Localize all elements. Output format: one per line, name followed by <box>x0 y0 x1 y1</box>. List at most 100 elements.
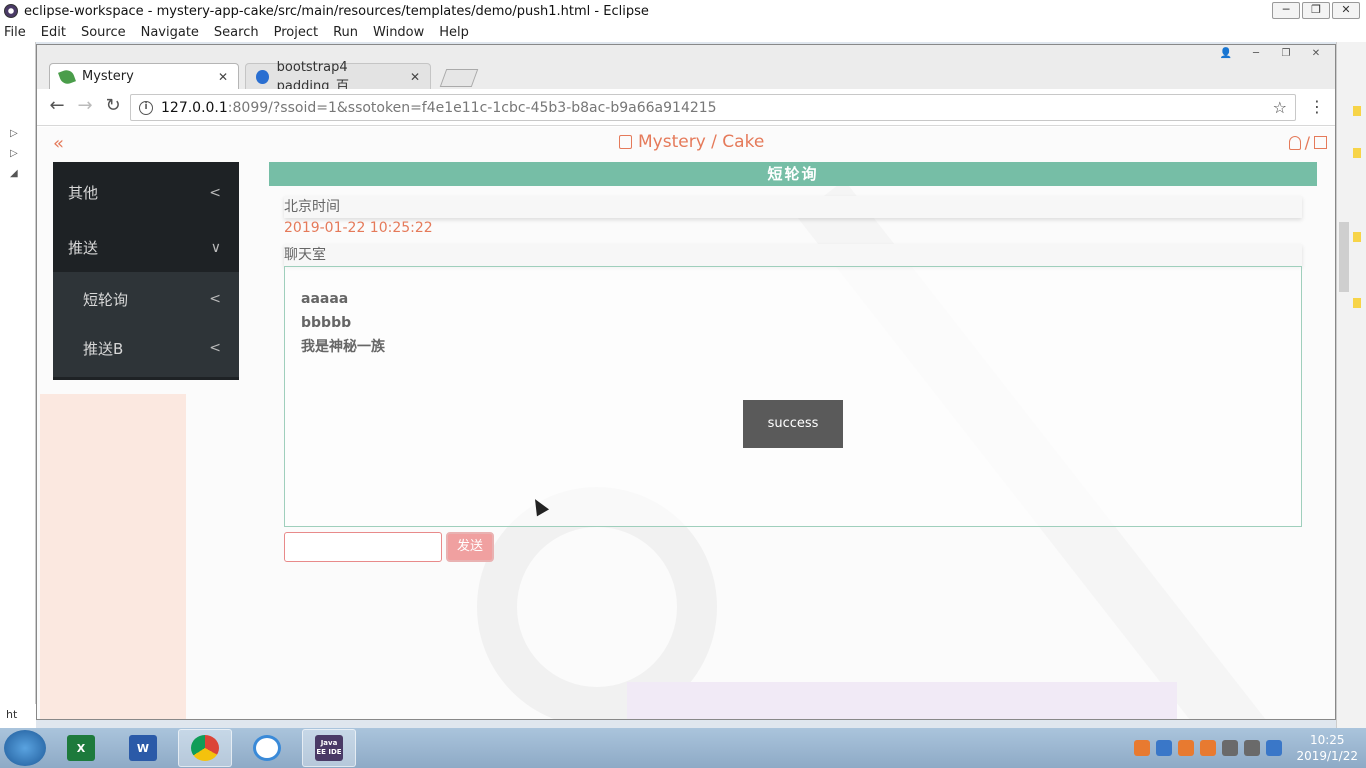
close-button[interactable]: ✕ <box>1332 2 1360 19</box>
eclipse-menu-bar: File Edit Source Navigate Search Project… <box>0 22 1366 42</box>
user-separator: / <box>1304 133 1310 152</box>
chat-message: bbbbb <box>301 315 352 331</box>
menu-file[interactable]: File <box>4 25 26 40</box>
sidebar-item-push-b[interactable]: 推送B < <box>53 323 239 373</box>
marker-icon <box>1353 106 1361 116</box>
brand[interactable]: Mystery / Cake <box>619 132 764 152</box>
sidebar-item-label: 推送 <box>68 239 99 257</box>
web-page: « Mystery / Cake / 其他 < 推送 ∨ 短轮询 < 推送B <… <box>37 127 1335 719</box>
tab-strip: Mystery ✕ bootstrap4 padding_百 ✕ 👤 ─ ❐ ✕ <box>37 45 1335 94</box>
eclipse-status: ht <box>0 704 36 728</box>
marker-icon <box>1353 148 1361 158</box>
profile-icon[interactable]: 👤 <box>1213 47 1239 62</box>
ime-icon[interactable] <box>1134 740 1151 756</box>
eclipse-ide-icon: Java EE IDE <box>315 735 343 761</box>
tab-mystery[interactable]: Mystery ✕ <box>49 63 239 89</box>
sidebar-item-short-polling[interactable]: 短轮询 < <box>53 274 239 324</box>
bookmark-star-icon[interactable]: ☆ <box>1273 98 1287 117</box>
menu-edit[interactable]: Edit <box>41 25 66 40</box>
clock-date: 2019/1/22 <box>1296 749 1358 763</box>
minimize-button[interactable]: ─ <box>1243 47 1269 62</box>
network-icon[interactable] <box>1222 740 1239 756</box>
start-button[interactable] <box>4 730 46 766</box>
sidebar-item-other[interactable]: 其他 < <box>53 165 239 220</box>
menu-search[interactable]: Search <box>214 25 259 40</box>
help-icon[interactable] <box>1156 740 1173 756</box>
chevron-left-icon: < <box>209 184 221 201</box>
tree-expand-icon[interactable]: ▷ <box>10 128 18 139</box>
address-bar[interactable]: i 127.0.0.1 :8099/?ssoid=1&ssotoken=f4e1… <box>130 94 1296 121</box>
user-icon[interactable] <box>1288 135 1301 150</box>
restore-button[interactable]: ❐ <box>1302 2 1330 19</box>
browser-toolbar: ← → ↻ i 127.0.0.1 :8099/?ssoid=1&ssotoke… <box>37 89 1335 126</box>
editor-scrollbar[interactable] <box>1339 222 1349 292</box>
tree-expand-icon[interactable]: ▷ <box>10 148 18 159</box>
clock-time: 10:25 <box>1309 733 1345 747</box>
marker-icon <box>1353 298 1361 308</box>
eclipse-title-bar: eclipse-workspace - mystery-app-cake/src… <box>0 0 1366 22</box>
external-link-icon[interactable] <box>1314 136 1327 149</box>
clock[interactable]: 10:25 2019/1/22 <box>1296 732 1358 764</box>
menu-run[interactable]: Run <box>333 25 358 40</box>
menu-help[interactable]: Help <box>439 25 469 40</box>
chrome-icon <box>191 735 219 761</box>
tray-app-icon[interactable] <box>1200 740 1217 756</box>
reload-icon[interactable]: ↻ <box>99 93 127 121</box>
eclipse-right-panel <box>1336 42 1366 728</box>
chat-message: 我是神秘一族 <box>301 339 385 355</box>
tray-app-icon[interactable] <box>1178 740 1195 756</box>
signal-icon[interactable] <box>1266 740 1283 756</box>
sidebar-item-label: 推送B <box>83 339 124 358</box>
sidebar-item-label: 其他 <box>68 184 99 202</box>
excel-icon: X <box>67 735 95 761</box>
cluster-icon <box>253 735 281 761</box>
excel-app[interactable]: X <box>54 729 108 767</box>
brand-text: Mystery / Cake <box>638 132 765 152</box>
send-button[interactable]: 发送 <box>446 532 494 562</box>
eclipse-left-panel: ▷ ▷ ◢ <box>0 42 36 728</box>
tab-close-icon[interactable]: ✕ <box>218 70 228 84</box>
new-tab-button[interactable] <box>439 69 479 87</box>
baidu-paw-icon <box>256 69 269 84</box>
tree-collapse-icon[interactable]: ◢ <box>10 168 18 179</box>
eclipse-window-controls: ─ ❐ ✕ <box>1272 2 1360 19</box>
sidebar-item-push[interactable]: 推送 ∨ <box>53 220 239 275</box>
info-icon[interactable]: i <box>139 100 153 115</box>
chrome-app[interactable] <box>178 729 232 767</box>
sidebar-item-label: 短轮询 <box>83 290 129 309</box>
system-tray: 10:25 2019/1/22 <box>1134 732 1358 764</box>
menu-source[interactable]: Source <box>81 25 126 40</box>
url-path: :8099/?ssoid=1&ssotoken=f4e1e11c-1cbc-45… <box>227 99 717 116</box>
url-host: 127.0.0.1 <box>161 99 228 116</box>
chevron-left-icon: < <box>209 340 221 356</box>
eclipse-app[interactable]: Java EE IDE <box>302 729 356 767</box>
eclipse-icon <box>4 4 18 18</box>
marker-icon <box>1353 232 1361 242</box>
sidebar-collapse-icon[interactable]: « <box>53 133 64 154</box>
sidebar: 其他 < 推送 ∨ 短轮询 < 推送B < <box>53 162 239 380</box>
tab-close-icon[interactable]: ✕ <box>410 70 420 84</box>
spring-leaf-icon <box>58 67 76 86</box>
background-decoration <box>40 394 186 719</box>
success-toast: success <box>743 400 843 448</box>
volume-icon[interactable] <box>1244 740 1261 756</box>
menu-window[interactable]: Window <box>373 25 424 40</box>
chat-message: aaaaa <box>301 291 349 307</box>
tab-bootstrap[interactable]: bootstrap4 padding_百 ✕ <box>245 60 431 94</box>
chevron-left-icon: < <box>209 291 221 307</box>
restore-button[interactable]: ❐ <box>1273 47 1299 62</box>
message-input[interactable] <box>284 532 442 562</box>
chat-label: 聊天室 <box>284 244 1302 266</box>
menu-project[interactable]: Project <box>274 25 318 40</box>
time-label: 北京时间 <box>284 196 1302 218</box>
close-button[interactable]: ✕ <box>1303 47 1329 62</box>
word-app[interactable]: W <box>116 729 170 767</box>
back-arrow-icon[interactable]: ← <box>43 93 71 121</box>
minimize-button[interactable]: ─ <box>1272 2 1300 19</box>
browser-window: Mystery ✕ bootstrap4 padding_百 ✕ 👤 ─ ❐ ✕… <box>36 44 1336 720</box>
menu-navigate[interactable]: Navigate <box>141 25 199 40</box>
cluster-app[interactable] <box>240 729 294 767</box>
browser-menu-icon[interactable]: ⋮ <box>1309 97 1325 116</box>
forward-arrow-icon[interactable]: → <box>71 93 99 121</box>
background-decoration <box>627 682 1177 719</box>
